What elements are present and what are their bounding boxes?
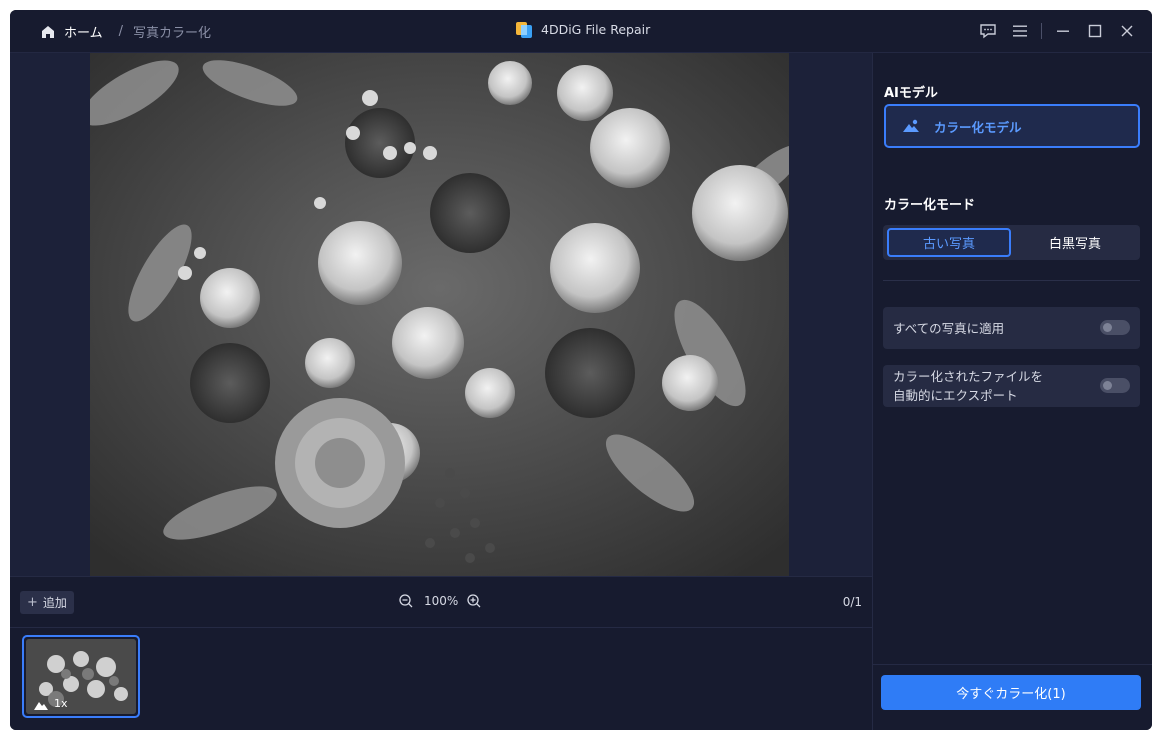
apply-all-toggle[interactable]: [1100, 320, 1130, 335]
zoom-controls: 100%: [398, 593, 482, 609]
maximize-button[interactable]: [1084, 20, 1106, 42]
color-mode-title: カラー化モード: [884, 198, 976, 213]
app-window: ホーム / 写真カラー化 4DDiG File Repair + 追加 100%…: [10, 10, 1152, 730]
model-card-label: カラー化モデル: [934, 119, 1022, 135]
menu-button[interactable]: [1009, 20, 1031, 42]
preview-area: + 追加 100% 0/1 1x: [10, 53, 872, 730]
breadcrumb-current: 写真カラー化: [133, 26, 212, 41]
model-card[interactable]: カラー化モデル: [884, 104, 1140, 148]
breadcrumb: ホーム / 写真カラー化: [40, 22, 211, 41]
settings-panel: AIモデル カラー化モデル カラー化モード 古い写真 白黒写真 すべての写真に適…: [872, 53, 1152, 730]
zoom-in-icon[interactable]: [466, 593, 482, 609]
minimize-icon: [1057, 30, 1069, 32]
app-title: 4DDiG File Repair: [515, 19, 650, 39]
preview-canvas: [10, 53, 872, 576]
window-controls: [967, 20, 1138, 42]
panel-footer: 今すぐカラー化(1): [873, 664, 1152, 730]
minimize-button[interactable]: [1052, 20, 1074, 42]
bw-flower-bouquet-image: [90, 53, 789, 576]
app-logo-icon: [516, 22, 532, 38]
mode-option-bw-photo[interactable]: 白黒写真: [1013, 228, 1137, 257]
breadcrumb-home[interactable]: ホーム: [64, 22, 103, 41]
thumbnail-strip: 1x: [10, 628, 872, 730]
photo-preview[interactable]: [90, 53, 789, 576]
add-button[interactable]: + 追加: [20, 591, 74, 614]
auto-export-label-line2: 自動的にエクスポート: [893, 388, 1018, 403]
auto-export-label-line1: カラー化されたファイルを: [893, 369, 1044, 384]
home-icon[interactable]: [40, 24, 56, 40]
apply-all-label: すべての写真に適用: [893, 321, 1005, 336]
apply-all-row: すべての写真に適用: [883, 307, 1140, 349]
add-button-label: 追加: [42, 596, 67, 610]
feedback-icon: [980, 24, 996, 39]
colorize-now-button[interactable]: 今すぐカラー化(1): [881, 675, 1141, 710]
auto-export-toggle[interactable]: [1100, 378, 1130, 393]
ai-model-title: AIモデル: [884, 86, 938, 101]
thumbnail-item[interactable]: 1x: [22, 635, 140, 718]
maximize-icon: [1088, 24, 1102, 38]
title-bar: ホーム / 写真カラー化 4DDiG File Repair: [10, 10, 1152, 53]
zoom-level: 100%: [424, 594, 459, 608]
feedback-button[interactable]: [977, 20, 999, 42]
breadcrumb-separator: /: [118, 24, 124, 39]
close-icon: [1121, 25, 1133, 37]
thumbnail-badge: 1x: [34, 697, 68, 710]
thumbnail-badge-text: 1x: [54, 697, 68, 710]
thumbnail-image: 1x: [26, 639, 136, 714]
menu-icon: [1013, 25, 1027, 37]
image-model-icon: [903, 119, 919, 132]
zoom-out-icon[interactable]: [398, 593, 414, 609]
mountain-icon: [34, 701, 48, 710]
mode-selector: 古い写真 白黒写真: [883, 225, 1140, 260]
app-title-text: 4DDiG File Repair: [541, 21, 651, 37]
plus-icon: +: [27, 595, 38, 610]
toggle-knob: [1103, 323, 1112, 332]
panel-divider: [883, 280, 1140, 281]
mode-option-old-photo[interactable]: 古い写真: [887, 228, 1011, 257]
close-button[interactable]: [1116, 20, 1138, 42]
preview-toolbar: + 追加 100% 0/1: [10, 576, 872, 628]
auto-export-row: カラー化されたファイルを 自動的にエクスポート: [883, 365, 1140, 407]
controls-divider: [1041, 23, 1042, 39]
image-counter: 0/1: [842, 595, 862, 609]
toggle-knob: [1103, 381, 1112, 390]
